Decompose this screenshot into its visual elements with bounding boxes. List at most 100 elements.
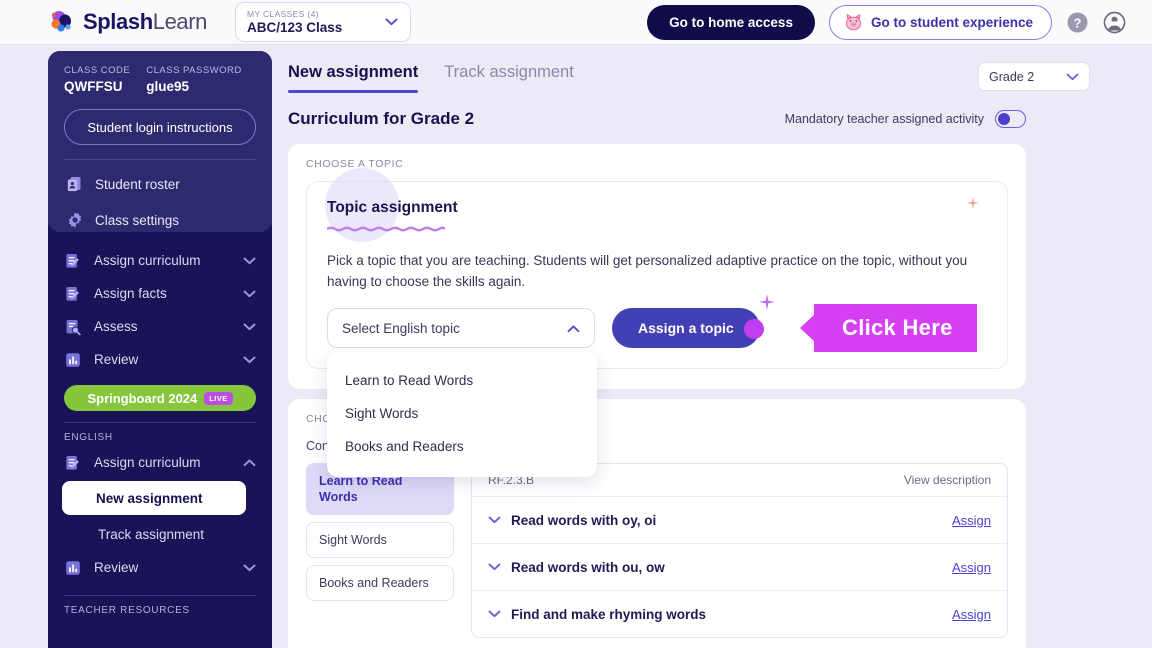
sidebar-item-review[interactable]: Review [64, 343, 256, 376]
assign-a-topic-button[interactable]: Assign a topic [612, 308, 760, 348]
topic-tab-sight-words[interactable]: Sight Words [306, 522, 454, 558]
grade-select-value: Grade 2 [989, 70, 1034, 84]
chevron-down-icon [1066, 70, 1079, 84]
gear-icon [66, 211, 84, 229]
view-description-link[interactable]: View description [904, 473, 991, 487]
class-picker-value: ABC/123 Class [247, 20, 400, 36]
skills-table: RF.2.3.B View description Read words wit… [471, 463, 1008, 638]
sidebar-item-track-assignment[interactable]: Track assignment [64, 517, 256, 551]
sidebar-item-new-assignment[interactable]: New assignment [62, 481, 246, 515]
springboard-button[interactable]: Springboard 2024 LIVE [64, 385, 256, 411]
topic-tab-books-and-readers[interactable]: Books and Readers [306, 565, 454, 601]
class-password-label: CLASS PASSWORD [146, 65, 242, 76]
chevron-up-icon [243, 455, 256, 470]
chevron-down-icon[interactable] [488, 605, 501, 623]
assign-skill-link[interactable]: Assign [952, 513, 991, 528]
help-circle-icon[interactable]: ? [1066, 11, 1089, 34]
click-here-callout: Click Here [814, 304, 977, 352]
sidebar-item-label: Review [94, 560, 138, 575]
review-chart-icon [64, 351, 82, 369]
class-picker[interactable]: MY CLASSES (4) ABC/123 Class [235, 2, 411, 42]
divider [64, 159, 256, 160]
sidebar-item-english-assign-curriculum[interactable]: Assign curriculum [64, 446, 256, 479]
student-login-instructions-button[interactable]: Student login instructions [64, 109, 256, 145]
splashlearn-logo-icon [48, 8, 76, 36]
svg-text:?: ? [1074, 15, 1082, 30]
chevron-down-icon[interactable] [488, 558, 501, 576]
click-cursor-indicator [744, 319, 764, 339]
class-password-block: CLASS PASSWORD glue95 [146, 65, 242, 94]
sidebar-item-assign-facts[interactable]: Assign facts [64, 277, 256, 310]
main-content: New assignment Track assignment Grade 2 … [288, 51, 1152, 648]
sidebar-item-label: Assess [94, 319, 138, 334]
assign-skill-link[interactable]: Assign [952, 607, 991, 622]
dropdown-option-learn-to-read-words[interactable]: Learn to Read Words [327, 364, 597, 397]
go-to-home-access-button[interactable]: Go to home access [647, 5, 815, 40]
chevron-up-icon [567, 321, 580, 336]
brand-logo[interactable]: SplashLearn [48, 8, 207, 36]
sidebar-item-assign-curriculum[interactable]: Assign curriculum [64, 244, 256, 277]
table-row: Read words with ou, ow Assign [472, 544, 1007, 591]
app-root: SplashLearn MY CLASSES (4) ABC/123 Class… [0, 0, 1152, 648]
mandatory-activity-toggle[interactable] [995, 110, 1026, 128]
chevron-down-icon [243, 319, 256, 334]
topic-assignment-description: Pick a topic that you are teaching. Stud… [327, 250, 987, 292]
class-code-block: CLASS CODE QWFFSU [64, 65, 130, 94]
chevron-down-icon[interactable] [488, 511, 501, 529]
english-topic-dropdown: Learn to Read Words Sight Words Books an… [327, 352, 597, 477]
chevron-down-icon [243, 560, 256, 575]
chevron-down-icon [243, 253, 256, 268]
topic-select-row: Select English topic Learn to Read Words… [327, 308, 987, 348]
tab-track-assignment[interactable]: Track assignment [444, 63, 574, 93]
logo-light: Learn [153, 9, 207, 34]
assign-skill-link[interactable]: Assign [952, 560, 991, 575]
sidebar-item-assess[interactable]: Assess [64, 310, 256, 343]
sidebar-item-english-review[interactable]: Review [64, 551, 256, 584]
chevron-down-icon [243, 352, 256, 367]
class-code-value: QWFFSU [64, 79, 130, 94]
topic-assignment-card: Topic assignment Pick a topic that you a… [306, 181, 1008, 369]
mandatory-activity-label: Mandatory teacher assigned activity [785, 112, 984, 126]
go-to-student-experience-label: Go to student experience [871, 15, 1033, 30]
class-picker-label: MY CLASSES (4) [247, 9, 400, 20]
top-bar: SplashLearn MY CLASSES (4) ABC/123 Class… [0, 0, 1152, 45]
topic-assignment-title-text: Topic assignment [327, 199, 458, 216]
sidebar-nav: Assign curriculum Assign facts [48, 238, 272, 616]
class-password-value: glue95 [146, 79, 242, 94]
mandatory-activity-control: Mandatory teacher assigned activity [785, 110, 1026, 128]
class-codes: CLASS CODE QWFFSU CLASS PASSWORD glue95 [64, 65, 256, 94]
class-info-card: CLASS CODE QWFFSU CLASS PASSWORD glue95 … [48, 51, 272, 232]
roster-card-icon [66, 175, 84, 193]
sidebar-item-class-settings[interactable]: Class settings [64, 202, 256, 238]
logo-bold: Splash [83, 9, 153, 34]
sidebar-item-label: Assign curriculum [94, 455, 201, 470]
topic-assignment-title: Topic assignment [327, 199, 458, 224]
grade-select[interactable]: Grade 2 [978, 62, 1090, 91]
dropdown-option-books-and-readers[interactable]: Books and Readers [327, 430, 597, 463]
sidebar-item-label: Assign facts [94, 286, 167, 301]
top-bar-actions: Go to home access Go to student experien… [647, 5, 1126, 40]
springboard-label: Springboard 2024 [87, 391, 197, 406]
account-circle-icon[interactable] [1103, 11, 1126, 34]
sidebar-item-label: Student roster [95, 177, 180, 192]
go-to-student-experience-button[interactable]: Go to student experience [829, 5, 1052, 40]
brand-name: SplashLearn [83, 9, 207, 35]
section-label-english: ENGLISH [64, 432, 256, 443]
divider [64, 595, 256, 596]
choose-topic-kicker: CHOOSE A TOPIC [306, 158, 1008, 170]
choose-topic-panel: CHOOSE A TOPIC Topic assignment Pick a t… [288, 144, 1026, 389]
sidebar-item-student-roster[interactable]: Student roster [64, 166, 256, 202]
page-title: Curriculum for Grade 2 [288, 109, 474, 129]
toggle-knob [998, 113, 1010, 125]
skill-name: Read words with oy, oi [511, 513, 656, 528]
english-topic-select-value: Select English topic [342, 321, 460, 336]
skills-area: Learn to Read Words Sight Words Books an… [306, 463, 1008, 638]
english-topic-select[interactable]: Select English topic [327, 308, 595, 348]
sidebar-item-label: Assign curriculum [94, 253, 201, 268]
tab-new-assignment[interactable]: New assignment [288, 63, 418, 93]
assignment-tabs: New assignment Track assignment [288, 51, 1088, 93]
chevron-down-icon [243, 286, 256, 301]
chevron-down-icon [385, 13, 398, 31]
section-label-teacher-resources: TEACHER RESOURCES [64, 605, 256, 616]
dropdown-option-sight-words[interactable]: Sight Words [327, 397, 597, 430]
